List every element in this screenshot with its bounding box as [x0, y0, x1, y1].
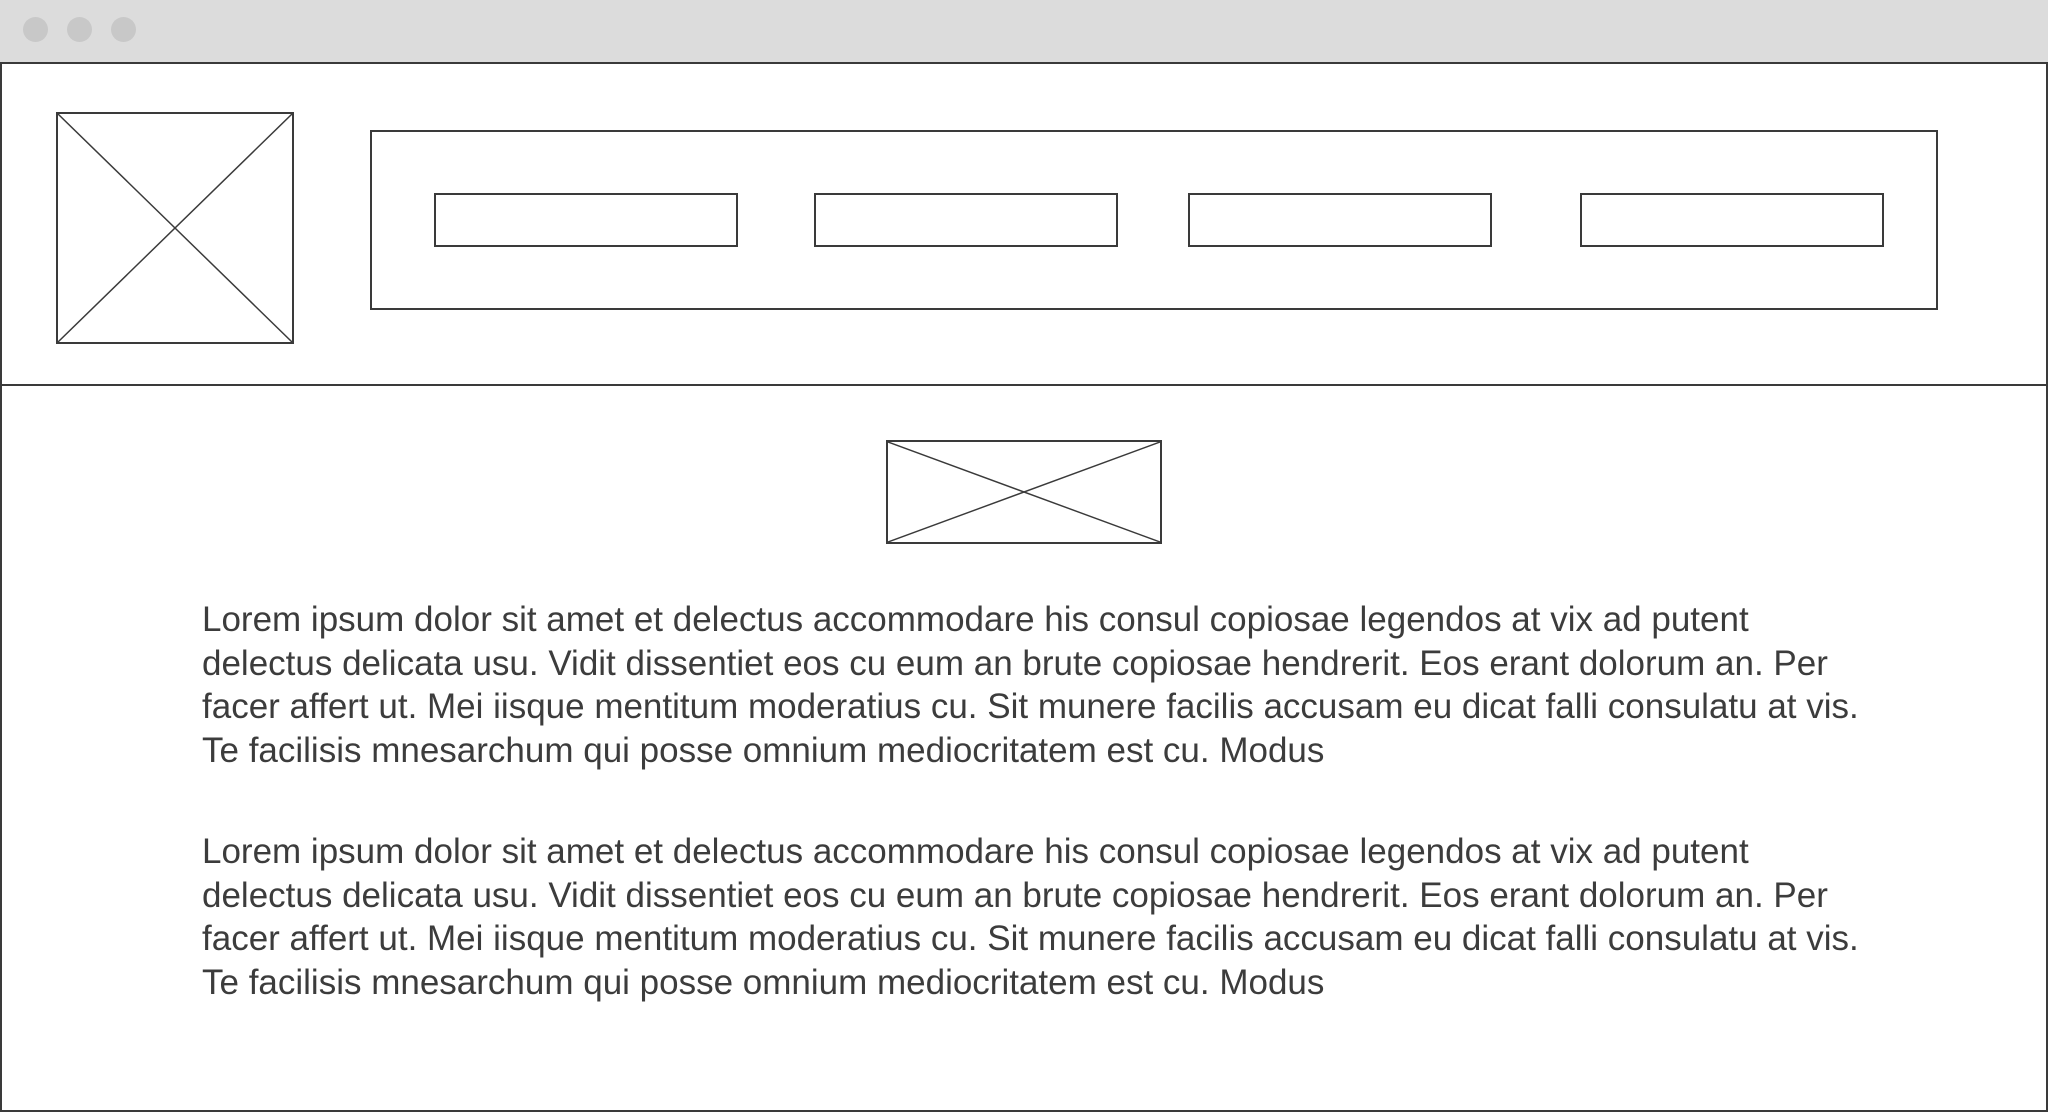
- body-paragraph-2: Lorem ipsum dolor sit amet et delectus a…: [202, 832, 1859, 1002]
- hero-image-placeholder: [886, 440, 1162, 544]
- maximize-dot[interactable]: [111, 17, 136, 42]
- close-dot[interactable]: [23, 17, 48, 42]
- image-placeholder-icon: [58, 114, 292, 342]
- body-paragraph-1: Lorem ipsum dolor sit amet et delectus a…: [202, 600, 1859, 770]
- logo-image-placeholder-icon[interactable]: [56, 112, 294, 344]
- header-divider: [0, 384, 2048, 386]
- nav-item-4[interactable]: [1580, 193, 1884, 247]
- minimize-dot[interactable]: [67, 17, 92, 42]
- nav-item-2[interactable]: [814, 193, 1118, 247]
- nav-item-3[interactable]: [1188, 193, 1492, 247]
- browser-window: Lorem ipsum dolor sit amet et delectus a…: [0, 0, 2048, 1112]
- nav-item-1[interactable]: [434, 193, 738, 247]
- image-placeholder-icon: [888, 442, 1160, 542]
- window-titlebar: [0, 0, 2048, 64]
